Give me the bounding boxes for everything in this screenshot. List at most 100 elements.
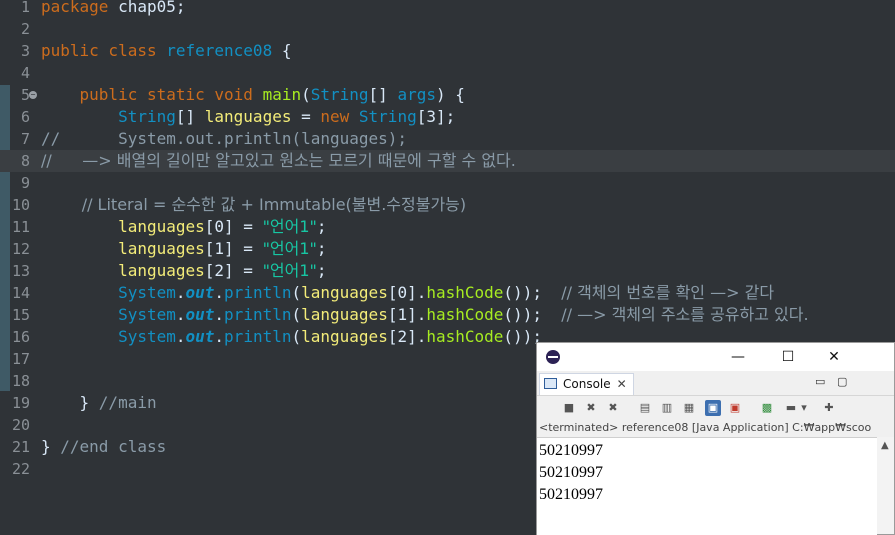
code-token: languages [301,327,388,346]
code-text: System.out.println(languages[2].hashCode… [41,326,542,348]
tab-console[interactable]: Console ✕ [539,373,634,395]
code-line[interactable]: 8 // —> 배열의 길이만 알고있고 원소는 모르기 때문에 구할 수 없다. [0,150,895,172]
console-window[interactable]: — ☐ ✕ Console ✕ ▭ ▢ ■ ✖ ✖ ▤ ▥ ▦ ▣ ▣ ▩ ▬ ▾… [536,342,895,535]
word-wrap-icon[interactable]: ▦ [681,400,697,416]
line-number: 12 [11,240,30,258]
code-token: [2]. [387,327,427,346]
code-line[interactable]: 6 String[] languages = new String[3]; [0,106,895,128]
code-token: { [272,41,292,60]
code-line[interactable]: 9 [0,172,895,194]
code-text: System.out.println(languages[1].hashCode… [41,304,809,326]
code-token: } [41,437,61,456]
close-window-button[interactable]: ✕ [811,343,857,371]
window-titlebar[interactable]: — ☐ ✕ [537,343,894,371]
console-vertical-scrollbar[interactable]: ▲ [877,437,894,534]
code-token: [0]. [387,283,427,302]
code-token: public class [41,41,167,60]
code-token: System [41,283,176,302]
code-line[interactable]: 15 System.out.println(languages[1].hashC… [0,304,895,326]
remove-all-launches-icon[interactable]: ✖ [605,400,621,416]
line-number: 3 [20,42,30,60]
code-token: . [175,327,186,346]
show-on-stdout-icon[interactable]: ▣ [705,400,721,416]
code-token: [3]; [416,107,456,126]
code-text: // Literal = 순수한 값 + Immutable(불변.수정불가능) [41,194,466,216]
code-token: reference08 [166,41,273,60]
line-number: 2 [20,20,30,38]
console-process-label: <terminated> reference08 [Java Applicati… [539,421,872,434]
line-number: 7 [20,130,30,148]
code-token: println [224,283,292,302]
scroll-up-icon[interactable]: ▲ [881,440,889,451]
view-minimize-icon[interactable]: ▭ [815,375,825,388]
code-line[interactable]: 1 package chap05; [0,0,895,18]
code-token: public static void [41,85,263,104]
code-token: String [358,107,417,126]
code-token: . [175,283,186,302]
terminate-icon[interactable]: ■ [561,400,577,416]
code-token: languages [41,239,205,258]
code-line[interactable]: 10 // Literal = 순수한 값 + Immutable(불변.수정불… [0,194,895,216]
display-console-dropdown-icon[interactable]: ▾ [799,400,809,416]
code-token: languages [301,283,388,302]
code-line[interactable]: 4 [0,62,895,84]
line-number: 21 [11,438,30,456]
code-token: languages [41,261,205,280]
console-output[interactable]: 50210997 50210997 50210997 [537,437,877,535]
remove-launch-icon[interactable]: ✖ [583,400,599,416]
line-number: 10 [11,196,30,214]
code-line[interactable]: 2 [0,18,895,40]
tab-close-icon[interactable]: ✕ [617,377,627,391]
fold-collapse-icon[interactable]: − [29,91,37,99]
code-token: . [214,305,225,324]
clear-console-icon[interactable]: ▤ [637,400,653,416]
code-token: = [291,107,321,126]
code-token: ()); [503,305,562,324]
code-token: ) { [435,85,465,104]
code-token: // —> 객체의 주소를 공유하고 있다. [561,305,809,324]
code-line[interactable]: 13 languages[2] = "언어1"; [0,260,895,282]
line-number: 11 [11,218,30,236]
code-token: package [41,0,119,16]
code-token: . [175,305,186,324]
console-output-line: 50210997 [539,486,603,503]
line-number: 9 [20,174,30,192]
code-token: hashCode [426,283,504,302]
code-token: //main [98,393,157,412]
code-text: // —> 배열의 길이만 알고있고 원소는 모르기 때문에 구할 수 없다. [41,150,516,172]
code-token: ( [301,85,311,104]
maximize-button[interactable]: ☐ [765,343,811,371]
code-token: // —> 배열의 길이만 알고있고 원소는 모르기 때문에 구할 수 없다. [41,151,516,170]
code-text: } //end class [41,436,166,458]
code-line[interactable]: 14 System.out.println(languages[0].hashC… [0,282,895,304]
code-line[interactable]: 3 public class reference08 { [0,40,895,62]
code-line[interactable]: 5− public static void main(String[] args… [0,84,895,106]
code-token: args [397,85,436,104]
code-line[interactable]: 12 languages[1] = "언어1"; [0,238,895,260]
code-token: languages [204,107,292,126]
code-line[interactable]: 7 // System.out.println(languages); [0,128,895,150]
code-text: languages[0] = "언어1"; [41,216,327,238]
code-token: ()); [503,283,562,302]
line-number: 15 [11,306,30,324]
view-maximize-icon[interactable]: ▢ [837,375,847,388]
line-number: 16 [11,328,30,346]
minimize-button[interactable]: — [715,343,761,371]
line-number: 5 [20,86,30,104]
code-text: String[] languages = new String[3]; [41,106,455,128]
pin-console-icon[interactable]: ▩ [759,400,775,416]
code-text: System.out.println(languages[0].hashCode… [41,282,774,304]
scroll-lock-icon[interactable]: ▥ [659,400,675,416]
show-on-stderr-icon[interactable]: ▣ [727,400,743,416]
code-text: public class reference08 { [41,40,291,62]
line-number: 8 [20,152,30,170]
code-line[interactable]: 11 languages[0] = "언어1"; [0,216,895,238]
line-number: 19 [11,394,30,412]
code-text: } //main [41,392,157,414]
code-token: ; [316,217,327,236]
line-number: 18 [11,372,30,390]
open-console-icon[interactable]: ✚ [821,400,837,416]
display-console-icon[interactable]: ▬ [783,400,799,416]
code-token: String [41,107,176,126]
code-token: [2] = [204,261,263,280]
